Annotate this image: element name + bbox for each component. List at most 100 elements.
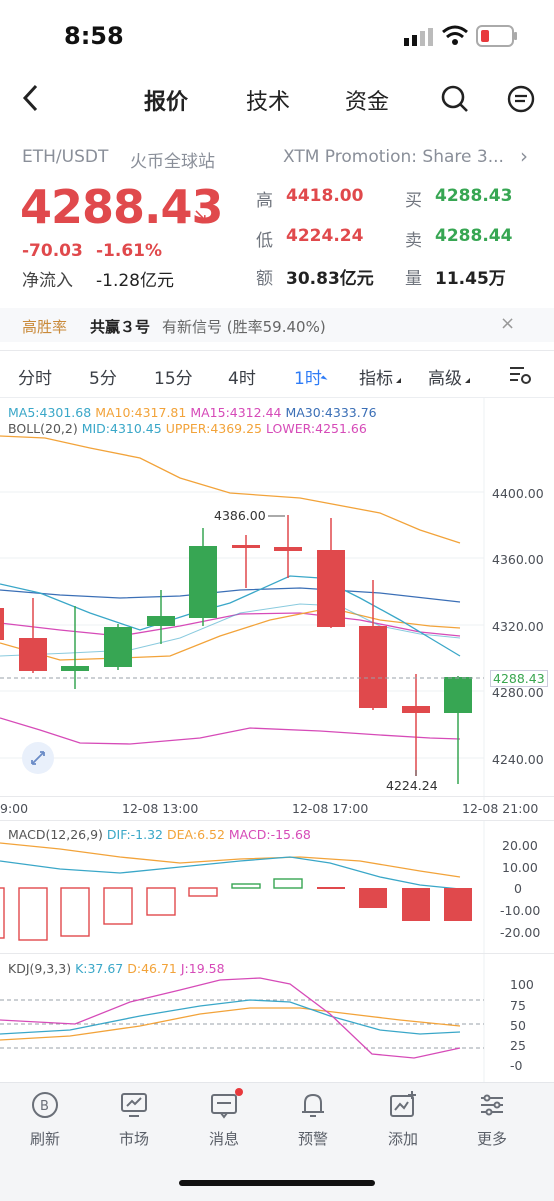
boll-upper-line (0, 435, 461, 544)
macd-bar (444, 888, 472, 921)
expand-chart-icon[interactable] (22, 742, 54, 774)
kdj-y-tick-75: 75 (510, 998, 526, 1013)
candle (317, 518, 345, 628)
macd-bar (273, 878, 303, 889)
tab-funds[interactable]: 资金 (345, 84, 389, 116)
toolbar-market[interactable]: 市场 (94, 1090, 174, 1149)
more-icon (477, 1090, 507, 1124)
x-tick-2: 12-08 17:00 (292, 801, 369, 816)
signal-name: 共赢３号 (90, 318, 151, 336)
macd-y-tick-neg20: -20.00 (500, 925, 541, 940)
volume-value: 11.45万 (435, 269, 506, 289)
kdj-y-tick-100: 100 (510, 977, 534, 992)
toolbar-alerts[interactable]: 预警 (273, 1090, 353, 1149)
tab-5min[interactable]: 5分 (89, 364, 117, 389)
price-change-pct: -1.61% (96, 241, 163, 261)
status-time: 8:58 (64, 22, 124, 50)
macd-y-tick-0: 0 (514, 881, 522, 896)
ma30-line (0, 587, 461, 603)
chevron-right-icon[interactable]: › (520, 144, 528, 168)
candlestick-chart[interactable] (0, 398, 554, 800)
candle (232, 535, 260, 588)
macd-bar (188, 887, 218, 897)
wifi-icon (442, 25, 468, 51)
net-inflow-value: -1.28亿元 (96, 271, 174, 291)
period-tabs-divider (0, 350, 554, 351)
tab-advanced-caret-icon (465, 378, 470, 383)
trading-pair: ETH/USDT (22, 147, 109, 167)
kdj-chart[interactable] (0, 954, 554, 1082)
promo-link[interactable]: XTM Promotion: Share 3... (283, 147, 504, 167)
kdj-j-line (0, 977, 461, 1059)
toolbar-alerts-label: 预警 (297, 1130, 328, 1148)
candle (189, 528, 217, 626)
ask-value: 4288.44 (435, 226, 513, 246)
tab-4hour[interactable]: 4时 (228, 364, 256, 389)
chat-icon[interactable] (506, 84, 536, 118)
price-change: -70.03 (22, 241, 83, 261)
candle (274, 515, 302, 578)
macd-y-tick-20: 20.00 (502, 838, 538, 853)
x-tick-1: 12-08 13:00 (122, 801, 199, 816)
back-button[interactable] (20, 84, 42, 116)
main-chart-gridlines (0, 398, 485, 800)
macd-y-tick-10: 10.00 (502, 860, 538, 875)
low-label: 低 (256, 231, 273, 251)
tab-technical[interactable]: 技术 (246, 84, 290, 116)
tab-quote[interactable]: 报价 (144, 84, 188, 116)
x-tick-3: 12-08 21:00 (462, 801, 539, 816)
battery-icon (476, 25, 518, 51)
toolbar-market-label: 市场 (118, 1130, 149, 1148)
home-indicator[interactable] (179, 1180, 375, 1186)
market-icon (119, 1090, 149, 1124)
toolbar-more[interactable]: 更多 (452, 1090, 532, 1149)
toolbar-messages-label: 消息 (208, 1130, 239, 1148)
tab-indicators-caret-icon (396, 378, 401, 383)
toolbar-add-label: 添加 (387, 1130, 418, 1148)
ask-label: 卖 (405, 231, 422, 251)
macd-bar (359, 888, 387, 908)
tab-indicators[interactable]: 指标 (359, 364, 393, 389)
macd-bar (60, 887, 90, 937)
tab-15min[interactable]: 15分 (154, 364, 193, 389)
macd-bar (18, 887, 48, 941)
close-icon[interactable]: × (500, 313, 515, 334)
boll-mid-line (0, 603, 461, 657)
toolbar-add[interactable]: 添加 (363, 1090, 443, 1149)
tab-1hour[interactable]: 1时 (294, 364, 322, 389)
search-icon[interactable] (440, 84, 470, 118)
kdj-y-tick-0: -0 (510, 1058, 523, 1073)
candle (61, 606, 89, 689)
kdj-k-line (0, 999, 461, 1035)
net-inflow-label: 净流入 (22, 271, 73, 291)
y-tick-4320: 4320.00 (492, 619, 544, 634)
low-value: 4224.24 (286, 226, 364, 246)
chart-settings-icon[interactable] (508, 364, 532, 390)
tab-advanced[interactable]: 高级 (428, 364, 462, 389)
high-label: 高 (256, 191, 273, 211)
toolbar-refresh[interactable]: B 刷新 (5, 1090, 85, 1149)
tab-timeshare[interactable]: 分时 (18, 364, 52, 389)
low-annotation: 4224.24 (386, 778, 438, 793)
signal-text: 有新信号 (胜率59.40%) (162, 318, 326, 336)
macd-bar (317, 887, 345, 889)
high-annotation: 4386.00 (214, 508, 266, 523)
kdj-y-tick-25: 25 (510, 1038, 526, 1053)
x-tick-0: 9:00 (0, 801, 29, 816)
toolbar-messages[interactable]: 消息 (184, 1088, 264, 1149)
svg-text:B: B (40, 1099, 49, 1114)
message-icon (209, 1088, 243, 1124)
candle (0, 608, 4, 640)
candles (0, 515, 472, 784)
macd-dif-line (0, 856, 461, 890)
macd-chart[interactable] (0, 821, 554, 953)
amount-value: 30.83亿元 (286, 269, 374, 289)
high-value: 4418.00 (286, 186, 364, 206)
macd-histogram (0, 878, 472, 941)
y-tick-4240: 4240.00 (492, 752, 544, 767)
candle (147, 590, 175, 644)
macd-bar (231, 883, 261, 889)
bell-icon (298, 1090, 328, 1124)
bid-value: 4288.43 (435, 186, 513, 206)
macd-bar (103, 887, 133, 925)
